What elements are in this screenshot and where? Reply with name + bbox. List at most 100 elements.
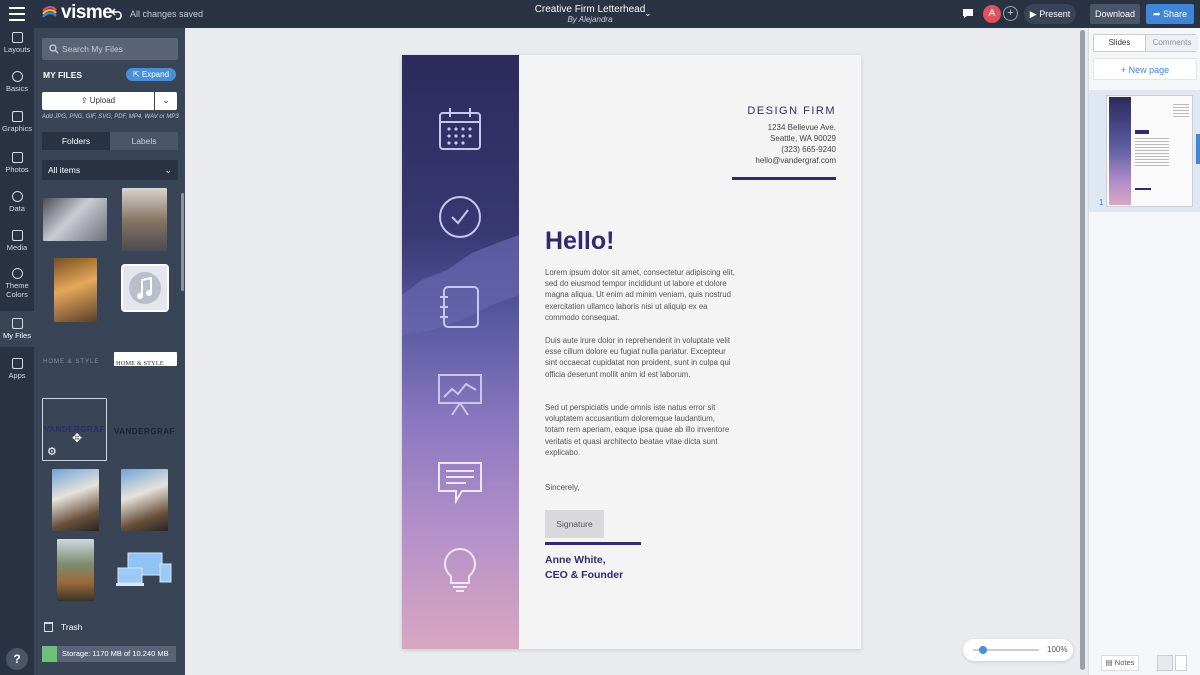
notes-button[interactable]: ▤ Notes [1101,655,1139,671]
file-thumbnail-devices[interactable] [116,552,176,587]
upload-dropdown[interactable]: ⌄ [155,92,177,110]
address-line-1[interactable]: 1234 Bellevue Ave. [768,123,836,132]
folder-icon [11,318,23,329]
expand-button[interactable]: ⇱ Expand [126,68,176,81]
new-page-button[interactable]: + New page [1093,58,1197,80]
slide-number: 1 [1099,198,1104,207]
notebook-icon[interactable] [436,283,484,331]
visme-logo-icon [42,6,57,18]
undo-icon[interactable] [111,6,125,20]
play-icon: ▶ [1029,9,1040,19]
calendar-icon[interactable] [436,105,484,153]
thumbnail-heading [1135,130,1149,134]
side-gradient-stripe[interactable] [402,55,519,649]
file-thumbnail-music[interactable] [121,264,169,312]
share-button[interactable]: ➦ Share [1146,4,1194,24]
signer-name[interactable]: Anne White, CEO & Founder [545,553,623,583]
trash-item[interactable]: Trash [44,622,82,632]
firm-name[interactable]: DESIGN FIRM [747,105,836,117]
presentation-chart-icon[interactable] [436,371,484,419]
logo-text: visme [61,2,113,23]
tab-folders[interactable]: Folders [42,132,110,150]
signature-divider[interactable] [545,542,641,545]
address-divider[interactable] [732,177,836,180]
shapes-icon [11,71,23,82]
visme-logo[interactable]: visme [41,2,113,23]
comment-icon[interactable] [962,8,974,19]
slide-item-1[interactable]: 1 [1089,90,1200,212]
file-thumbnail-logo-home-style[interactable]: HOME & STYLE [114,352,177,366]
present-label: Present [1039,9,1071,19]
signature-placeholder[interactable]: Signature [545,510,604,538]
file-thumbnail-horse-1[interactable] [52,469,99,531]
clock-icon[interactable] [436,193,484,241]
move-cursor-icon: ✥ [72,431,83,445]
thumbnail-address [1173,104,1189,118]
closing-text[interactable]: Sincerely, [545,483,580,492]
letterhead-page[interactable]: DESIGN FIRM 1234 Bellevue Ave. Seattle, … [402,55,861,649]
file-thumbnail-office[interactable] [43,198,107,241]
file-thumbnail-vandergraf-dark[interactable]: VANDERGRAF [114,421,178,441]
help-button[interactable]: ? [6,648,28,670]
rail-photos[interactable]: Photos [0,152,34,174]
download-button[interactable]: Download [1090,4,1140,24]
rail-media[interactable]: Media [0,230,34,252]
add-collaborator-icon[interactable]: + [1003,6,1018,21]
body-paragraph-2[interactable]: Duis aute irure dolor in reprehenderit i… [545,335,735,380]
body-paragraph-1[interactable]: Lorem ipsum dolor sit amet, consectetur … [545,267,735,323]
logo-text: VANDERGRAF [114,427,175,436]
file-thumbnail-interior[interactable] [122,188,167,251]
file-thumbnail-horse-2[interactable] [121,469,168,531]
layout-icon [11,32,23,43]
rail-my-files[interactable]: My Files [0,311,34,347]
lightbulb-icon[interactable] [436,545,484,593]
address-email[interactable]: hello@vandergraf.com [755,156,836,165]
search-placeholder: Search My Files [62,44,123,54]
list-view-icon[interactable] [1175,655,1187,671]
panel-resize-handle[interactable] [1196,134,1200,164]
rail-graphics[interactable]: Graphics [0,111,34,133]
address-line-2[interactable]: Seattle, WA 90029 [770,134,836,143]
tab-slides[interactable]: Slides [1094,35,1146,51]
zoom-value: 100% [1047,645,1068,654]
editor-canvas[interactable]: DESIGN FIRM 1234 Bellevue Ave. Seattle, … [185,28,1077,675]
body-paragraph-3[interactable]: Sed ut perspiciatis unde omnis iste natu… [545,402,735,458]
hamburger-menu-icon[interactable] [9,7,25,21]
search-input[interactable]: Search My Files [42,38,178,60]
trash-icon [44,622,53,632]
music-note-icon [129,272,161,304]
file-thumbnail-logo-home-style-light[interactable]: HOME & STYLE [43,350,107,370]
thumbnail-text [1135,138,1169,168]
document-title[interactable]: Creative Firm Letterhead [500,4,680,15]
tab-comments[interactable]: Comments [1146,35,1198,51]
upload-icon: ⇪ [80,96,90,105]
slide-thumbnail[interactable] [1106,95,1193,207]
gear-icon[interactable]: ⚙ [47,445,57,458]
rail-basics[interactable]: Basics [0,71,34,93]
file-thumbnail-people[interactable] [54,258,97,322]
message-icon[interactable] [436,459,484,507]
upload-button[interactable]: ⇪ Upload [42,92,154,110]
zoom-slider-handle[interactable] [979,646,987,654]
chevron-down-icon: ⌄ [164,165,172,175]
present-button[interactable]: ▶ Present [1024,4,1076,24]
photo-icon [11,152,23,163]
logo-text: HOME & STYLE [43,359,100,365]
files-scrollbar[interactable] [181,193,184,291]
file-thumbnail-coast[interactable] [57,539,94,601]
address-phone[interactable]: (323) 665-9240 [781,145,836,154]
chevron-down-icon[interactable]: ⌄ [644,8,652,19]
rail-layouts[interactable]: Layouts [0,32,34,54]
rail-data[interactable]: Data [0,191,34,213]
tab-labels[interactable]: Labels [110,132,178,150]
storage-fill [42,646,57,662]
canvas-scrollbar[interactable] [1080,30,1085,670]
zoom-control[interactable]: 100% [963,639,1073,661]
rail-theme-colors[interactable]: Theme Colors [0,268,34,299]
user-avatar[interactable]: A [983,5,1001,23]
greeting-heading[interactable]: Hello! [545,227,614,256]
top-bar: visme All changes saved Creative Firm Le… [0,0,1200,28]
filter-select[interactable]: All items ⌄ [42,160,178,180]
grid-view-icon[interactable] [1157,655,1173,671]
rail-apps[interactable]: Apps [0,358,34,380]
